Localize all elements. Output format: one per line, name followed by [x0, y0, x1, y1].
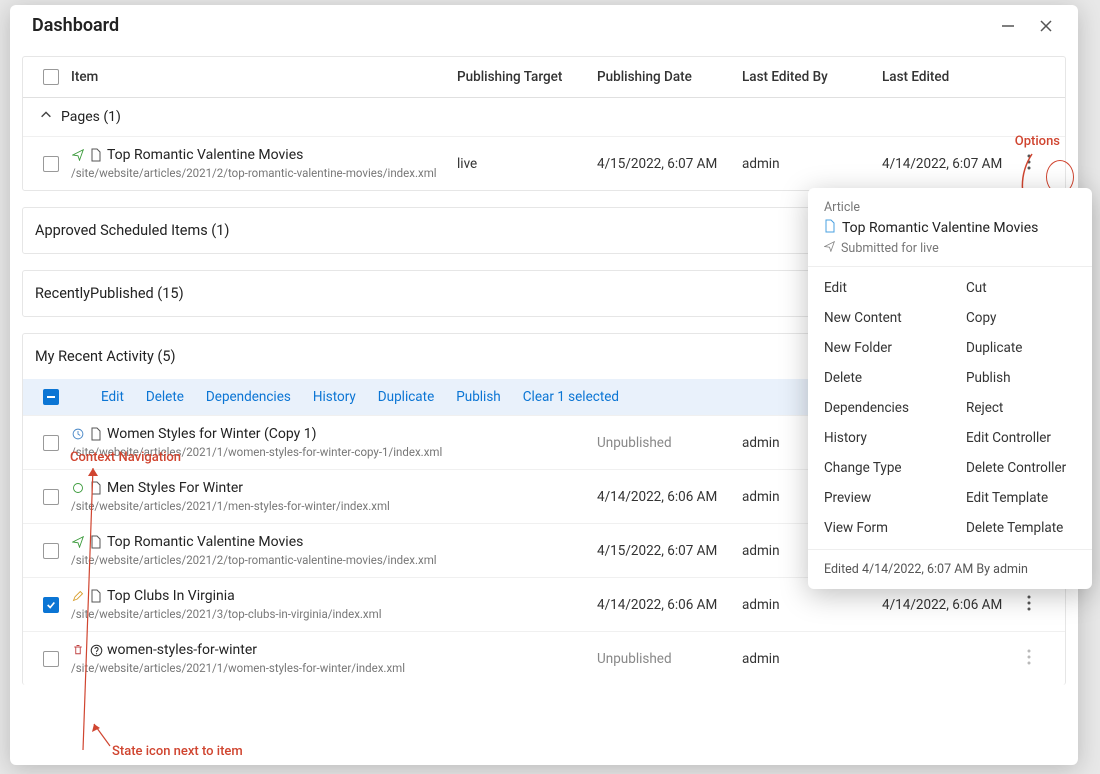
- section-title: Approved Scheduled Items (1): [35, 222, 229, 239]
- popover-action[interactable]: Reject: [950, 393, 1092, 423]
- page-icon: [89, 427, 103, 441]
- cell-pub: 4/14/2022, 6:06 AM: [597, 597, 742, 613]
- send-icon: [824, 241, 835, 256]
- popover-action[interactable]: Delete: [808, 363, 950, 393]
- col-item: Item: [71, 69, 457, 85]
- ctx-delete[interactable]: Delete: [146, 389, 184, 405]
- item-title[interactable]: women-styles-for-winter: [107, 642, 257, 658]
- item-title[interactable]: Women Styles for Winter (Copy 1): [107, 426, 317, 442]
- row-checkbox[interactable]: [43, 156, 59, 172]
- popover-action[interactable]: History: [808, 423, 950, 453]
- page-icon: [824, 219, 836, 237]
- section-title: My Recent Activity (5): [35, 348, 176, 365]
- section-title: RecentlyPublished (15): [35, 285, 184, 302]
- select-all-checkbox[interactable]: [43, 69, 59, 85]
- send-icon: [71, 148, 85, 162]
- item-path: /site/website/articles/2021/1/women-styl…: [71, 661, 457, 675]
- cell-pub: Unpublished: [597, 651, 742, 667]
- modal-title: Dashboard: [32, 15, 998, 36]
- popover-title: Top Romantic Valentine Movies: [842, 220, 1038, 236]
- cell-pub: 4/15/2022, 6:07 AM: [597, 543, 742, 559]
- ctx-clear[interactable]: Clear 1 selected: [523, 389, 619, 405]
- col-editor: Last Edited By: [742, 69, 882, 85]
- popover-action[interactable]: Delete Template: [950, 513, 1092, 543]
- pencil-icon: [71, 589, 85, 603]
- ctx-dup[interactable]: Duplicate: [378, 389, 434, 405]
- table-row: women-styles-for-winter/site/website/art…: [23, 631, 1065, 685]
- row-checkbox[interactable]: [43, 435, 59, 451]
- trash-icon: [71, 643, 85, 657]
- row-checkbox[interactable]: [43, 489, 59, 505]
- popover-status-label: Submitted for live: [841, 241, 939, 256]
- page-icon: [89, 589, 103, 603]
- item-path: /site/website/articles/2021/1/men-styles…: [71, 499, 457, 513]
- item-title[interactable]: Top Romantic Valentine Movies: [107, 534, 303, 550]
- row-checkbox[interactable]: [43, 597, 59, 613]
- more-options-button[interactable]: [1027, 154, 1031, 170]
- pages-section: Item Publishing Target Publishing Date L…: [22, 56, 1066, 191]
- popover-action[interactable]: Change Type: [808, 453, 950, 483]
- popover-action[interactable]: Delete Controller: [950, 453, 1092, 483]
- options-popover: Article Top Romantic Valentine Movies Su…: [808, 188, 1092, 589]
- minimize-button[interactable]: [998, 16, 1018, 36]
- col-target: Publishing Target: [457, 69, 597, 85]
- popover-action[interactable]: View Form: [808, 513, 950, 543]
- cell-edited: 4/14/2022, 6:06 AM: [882, 597, 1027, 613]
- ctx-publish[interactable]: Publish: [456, 389, 501, 405]
- popover-action[interactable]: Duplicate: [950, 333, 1092, 363]
- ctx-deps[interactable]: Dependencies: [206, 389, 291, 405]
- popover-action[interactable]: Edit Controller: [950, 423, 1092, 453]
- context-checkbox[interactable]: [43, 389, 59, 405]
- row-checkbox[interactable]: [43, 543, 59, 559]
- question-icon: [89, 643, 103, 657]
- ctx-edit[interactable]: Edit: [101, 389, 124, 405]
- item-path: /site/website/articles/2021/1/women-styl…: [71, 445, 457, 459]
- popover-action[interactable]: New Content: [808, 303, 950, 333]
- more-options-button[interactable]: [1027, 595, 1031, 611]
- popover-action[interactable]: Publish: [950, 363, 1092, 393]
- modal-header: Dashboard: [10, 5, 1078, 46]
- popover-type: Article: [824, 200, 1076, 215]
- green-icon: [71, 481, 85, 495]
- item-title[interactable]: Men Styles For Winter: [107, 480, 243, 496]
- window-controls: [998, 16, 1056, 36]
- cell-editor: admin: [742, 651, 882, 667]
- cell-editor: admin: [742, 597, 882, 613]
- popover-footer: Edited 4/14/2022, 6:07 AM By admin: [808, 549, 1092, 589]
- more-options-button[interactable]: [1027, 649, 1031, 665]
- row-checkbox[interactable]: [43, 651, 59, 667]
- page-icon: [89, 535, 103, 549]
- item-path: /site/website/articles/2021/3/top-clubs-…: [71, 607, 457, 621]
- chevron-up-icon[interactable]: [39, 108, 53, 126]
- popover-action[interactable]: Preview: [808, 483, 950, 513]
- cell-date: 4/15/2022, 6:07 AM: [597, 156, 742, 172]
- page-icon: [89, 481, 103, 495]
- close-button[interactable]: [1036, 16, 1056, 36]
- group-label: Pages (1): [61, 109, 121, 125]
- popover-action[interactable]: Cut: [950, 273, 1092, 303]
- item-title[interactable]: Top Romantic Valentine Movies: [107, 147, 303, 163]
- cell-pub: 4/14/2022, 6:06 AM: [597, 489, 742, 505]
- table-header-row: Item Publishing Target Publishing Date L…: [23, 57, 1065, 98]
- popover-action[interactable]: Dependencies: [808, 393, 950, 423]
- page-icon: [89, 148, 103, 162]
- send-icon: [71, 535, 85, 549]
- cell-edited: 4/14/2022, 6:07 AM: [882, 156, 1027, 172]
- cell-pub: Unpublished: [597, 435, 742, 451]
- cell-editor: admin: [742, 156, 882, 172]
- item-path: /site/website/articles/2021/2/top-romant…: [71, 166, 457, 180]
- clock-icon: [71, 427, 85, 441]
- ctx-history[interactable]: History: [313, 389, 356, 405]
- popover-action[interactable]: Copy: [950, 303, 1092, 333]
- col-date: Publishing Date: [597, 69, 742, 85]
- col-edited: Last Edited: [882, 69, 1027, 85]
- popover-action[interactable]: Edit: [808, 273, 950, 303]
- item-title[interactable]: Top Clubs In Virginia: [107, 588, 235, 604]
- popover-action[interactable]: New Folder: [808, 333, 950, 363]
- cell-target: live: [457, 156, 597, 172]
- table-row: Top Romantic Valentine Movies /site/webs…: [23, 136, 1065, 190]
- popover-action[interactable]: Edit Template: [950, 483, 1092, 513]
- item-path: /site/website/articles/2021/2/top-romant…: [71, 553, 457, 567]
- group-pages[interactable]: Pages (1): [23, 98, 1065, 136]
